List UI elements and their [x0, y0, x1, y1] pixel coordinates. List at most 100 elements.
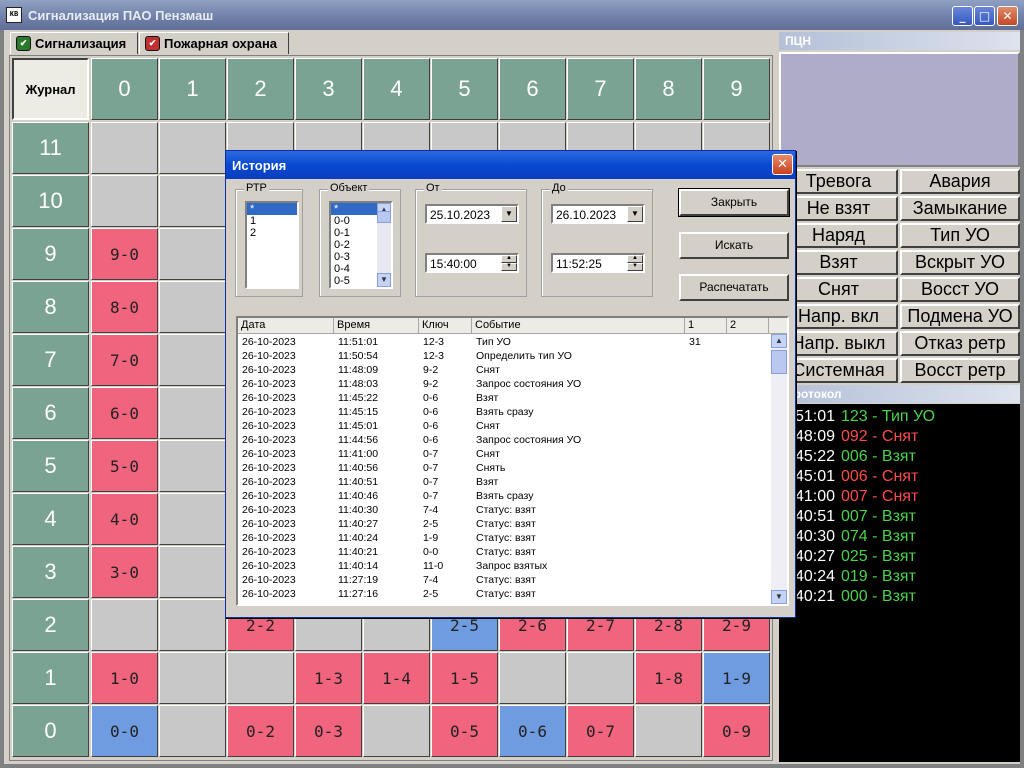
list-item[interactable]: 0-5: [331, 275, 377, 287]
table-row[interactable]: 26-10-2023 11:45:22 0-6 Взят: [238, 391, 771, 405]
row-header-8[interactable]: 8: [12, 281, 89, 333]
maximize-button[interactable]: □: [974, 6, 995, 26]
zone-cell[interactable]: [159, 493, 226, 545]
column-header-8[interactable]: 8: [635, 58, 702, 120]
table-row[interactable]: 26-10-2023 11:45:01 0-6 Снят: [238, 419, 771, 433]
list-item[interactable]: 0-0: [331, 215, 377, 227]
zone-cell[interactable]: [159, 228, 226, 280]
zone-cell[interactable]: [159, 440, 226, 492]
table-row[interactable]: 26-10-2023 11:40:27 2-5 Статус: взят: [238, 517, 771, 531]
zone-cell[interactable]: 0-5: [431, 705, 498, 757]
status-button[interactable]: Напр. вкл: [779, 304, 898, 329]
zone-cell[interactable]: [635, 705, 702, 757]
status-button[interactable]: Снят: [779, 277, 898, 302]
list-item[interactable]: *: [247, 203, 297, 215]
zone-cell[interactable]: 0-3: [295, 705, 362, 757]
column-header-9[interactable]: 9: [703, 58, 770, 120]
zone-cell[interactable]: [91, 175, 158, 227]
list-item[interactable]: *: [331, 203, 377, 215]
column-header-event[interactable]: Событие: [472, 318, 685, 334]
to-time-field[interactable]: 11:52:25 ▲ ▼: [551, 253, 645, 273]
row-header-0[interactable]: 0: [12, 705, 89, 757]
object-listbox[interactable]: * 0-0 0-1 0-2 0-3 0-4 0-5 ▲ ▼: [329, 201, 393, 289]
status-button[interactable]: Системная: [779, 358, 898, 383]
table-row[interactable]: 26-10-2023 11:41:00 0-7 Снят: [238, 447, 771, 461]
zone-cell[interactable]: [91, 122, 158, 174]
table-row[interactable]: 26-10-2023 11:40:56 0-7 Снять: [238, 461, 771, 475]
spinner-icon[interactable]: ▲ ▼: [501, 255, 517, 271]
list-item[interactable]: 0-2: [331, 239, 377, 251]
zone-cell[interactable]: [363, 705, 430, 757]
column-header-6[interactable]: 6: [499, 58, 566, 120]
status-button[interactable]: Отказ ретр: [900, 331, 1020, 356]
row-header-2[interactable]: 2: [12, 599, 89, 651]
to-date-picker[interactable]: 26.10.2023 ▼: [551, 204, 645, 224]
row-header-4[interactable]: 4: [12, 493, 89, 545]
table-row[interactable]: 26-10-2023 11:40:30 7-4 Статус: взят: [238, 503, 771, 517]
list-item[interactable]: 0-1: [331, 227, 377, 239]
column-header-1[interactable]: 1: [685, 318, 727, 334]
list-item[interactable]: 0-4: [331, 263, 377, 275]
zone-cell[interactable]: [159, 652, 226, 704]
column-header-3[interactable]: 3: [295, 58, 362, 120]
scroll-down-icon[interactable]: ▼: [377, 273, 391, 287]
from-time-field[interactable]: 15:40:00 ▲ ▼: [425, 253, 519, 273]
zone-cell[interactable]: 9-0: [91, 228, 158, 280]
column-header-5[interactable]: 5: [431, 58, 498, 120]
column-header-0[interactable]: 0: [91, 58, 158, 120]
table-row[interactable]: 26-10-2023 11:40:46 0-7 Взять сразу: [238, 489, 771, 503]
zone-cell[interactable]: 0-2: [227, 705, 294, 757]
status-button[interactable]: Замыкание: [900, 196, 1020, 221]
table-row[interactable]: 26-10-2023 11:51:01 12-3 Тип УО 31: [238, 335, 771, 349]
scroll-thumb[interactable]: [771, 350, 787, 374]
zone-cell[interactable]: [227, 652, 294, 704]
minimize-button[interactable]: _: [952, 6, 973, 26]
column-header-2[interactable]: 2: [227, 58, 294, 120]
search-button[interactable]: Искать: [679, 232, 789, 259]
zone-cell[interactable]: 0-7: [567, 705, 634, 757]
table-row[interactable]: 26-10-2023 11:48:09 9-2 Снят: [238, 363, 771, 377]
zone-cell[interactable]: 0-0: [91, 705, 158, 757]
zone-cell[interactable]: 1-0: [91, 652, 158, 704]
zone-cell[interactable]: 1-4: [363, 652, 430, 704]
zone-cell[interactable]: [159, 705, 226, 757]
zone-cell[interactable]: [159, 281, 226, 333]
column-header-time[interactable]: Время: [334, 318, 419, 334]
table-row[interactable]: 26-10-2023 11:27:19 7-4 Статус: взят: [238, 573, 771, 587]
row-header-11[interactable]: 11: [12, 122, 89, 174]
table-row[interactable]: 26-10-2023 11:40:51 0-7 Взят: [238, 475, 771, 489]
row-header-5[interactable]: 5: [12, 440, 89, 492]
zone-cell[interactable]: [159, 175, 226, 227]
table-row[interactable]: 26-10-2023 11:45:15 0-6 Взять сразу: [238, 405, 771, 419]
row-header-1[interactable]: 1: [12, 652, 89, 704]
zone-cell[interactable]: 4-0: [91, 493, 158, 545]
close-button[interactable]: ✕: [997, 6, 1018, 26]
spinner-icon[interactable]: ▲ ▼: [627, 255, 643, 271]
scroll-thumb[interactable]: [377, 211, 391, 223]
list-item[interactable]: 1: [247, 215, 297, 227]
table-scrollbar[interactable]: ▲ ▼: [771, 334, 787, 604]
row-header-6[interactable]: 6: [12, 387, 89, 439]
tab-fire-guard[interactable]: ✔ Пожарная охрана: [139, 32, 289, 54]
zone-cell[interactable]: 1-9: [703, 652, 770, 704]
scroll-down-icon[interactable]: ▼: [771, 590, 787, 604]
zone-cell[interactable]: [499, 652, 566, 704]
zone-cell[interactable]: [91, 599, 158, 651]
zone-cell[interactable]: 3-0: [91, 546, 158, 598]
zone-cell[interactable]: [159, 122, 226, 174]
zone-cell[interactable]: [159, 387, 226, 439]
table-row[interactable]: 26-10-2023 11:48:03 9-2 Запрос состояния УО: [238, 377, 771, 391]
print-button[interactable]: Распечатать: [679, 274, 789, 301]
column-header-date[interactable]: Дата: [238, 318, 334, 334]
row-header-3[interactable]: 3: [12, 546, 89, 598]
zone-cell[interactable]: [159, 334, 226, 386]
status-button[interactable]: Авария: [900, 169, 1020, 194]
from-date-picker[interactable]: 25.10.2023 ▼: [425, 204, 519, 224]
zone-cell[interactable]: 6-0: [91, 387, 158, 439]
scroll-up-icon[interactable]: ▲: [771, 334, 787, 348]
close-dialog-button[interactable]: Закрыть: [678, 188, 790, 217]
dialog-close-icon[interactable]: ✕: [772, 154, 793, 175]
zone-cell[interactable]: 7-0: [91, 334, 158, 386]
tab-signalization[interactable]: ✔ Сигнализация: [10, 32, 138, 54]
table-row[interactable]: 26-10-2023 11:40:24 1-9 Статус: взят: [238, 531, 771, 545]
